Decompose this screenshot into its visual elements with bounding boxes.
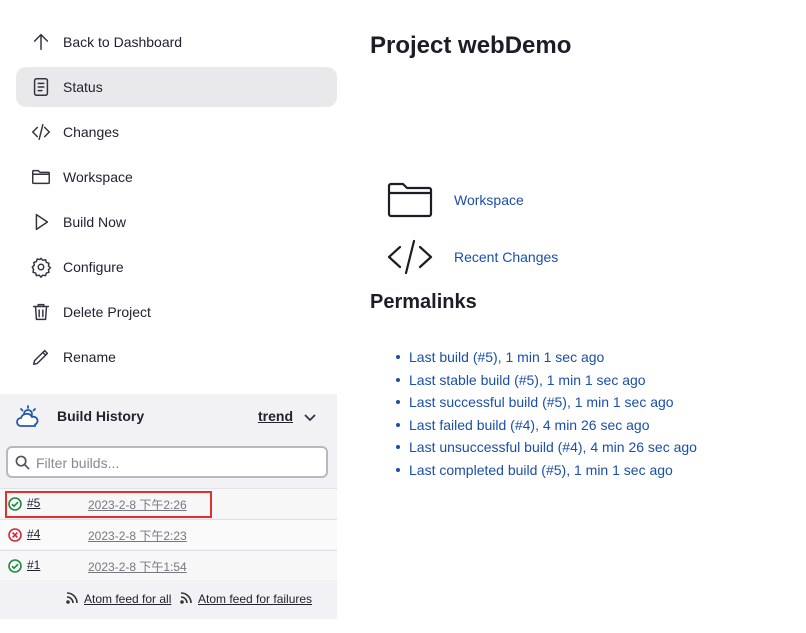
build-time-link[interactable]: 2023-2-8 下午2:23 xyxy=(88,527,187,544)
changes-link[interactable]: Changes xyxy=(16,112,337,152)
permalink-item[interactable]: Last completed build (#5), 1 min 1 sec a… xyxy=(396,459,697,482)
permalink-item[interactable]: Last stable build (#5), 1 min 1 sec ago xyxy=(396,369,697,392)
build-number-link[interactable]: #5 xyxy=(27,496,40,510)
permalink-label[interactable]: Last unsuccessful build (#4), 4 min 26 s… xyxy=(409,439,697,455)
task-label: Build Now xyxy=(63,214,127,230)
permalink-item[interactable]: Last build (#5), 1 min 1 sec ago xyxy=(396,346,697,369)
weather-cloud-icon xyxy=(15,404,41,430)
task-label: Rename xyxy=(63,349,116,365)
task-label: Back to Dashboard xyxy=(63,34,183,50)
build-time-link[interactable]: 2023-2-8 下午2:26 xyxy=(88,496,187,513)
document-icon xyxy=(29,75,53,99)
recent-changes-link[interactable]: Recent Changes xyxy=(385,237,558,277)
back-to-dashboard-link[interactable]: Back to Dashboard xyxy=(16,22,337,62)
rss-icon xyxy=(66,592,80,606)
sidebar: Back to Dashboard Status Changes Workspa… xyxy=(0,0,337,633)
chevron-down-icon[interactable] xyxy=(302,409,318,425)
folder-icon xyxy=(385,180,435,220)
task-label: Workspace xyxy=(63,169,133,185)
configure-link[interactable]: Configure xyxy=(16,247,337,287)
build-now-link[interactable]: Build Now xyxy=(16,202,337,242)
permalink-label[interactable]: Last build (#5), 1 min 1 sec ago xyxy=(409,349,604,365)
permalink-item[interactable]: Last unsuccessful build (#4), 4 min 26 s… xyxy=(396,436,697,459)
permalink-item[interactable]: Last successful build (#5), 1 min 1 sec … xyxy=(396,391,697,414)
build-history-header: Build History trend xyxy=(0,394,337,438)
permalinks-title: Permalinks xyxy=(370,291,477,313)
permalink-label[interactable]: Last successful build (#5), 1 min 1 sec … xyxy=(409,394,674,410)
atom-feed-failures-link[interactable]: Atom feed for failures xyxy=(180,592,312,606)
delete-project-link[interactable]: Delete Project xyxy=(16,292,337,332)
success-icon xyxy=(8,559,22,573)
play-icon xyxy=(29,210,53,234)
build-time-link[interactable]: 2023-2-8 下午1:54 xyxy=(88,558,187,575)
filter-builds-input[interactable] xyxy=(36,452,321,474)
build-history-panel: Build History trend #5 2023-2-8 下午2:26 #… xyxy=(0,394,337,619)
trend-link[interactable]: trend xyxy=(258,408,293,424)
permalink-label[interactable]: Last stable build (#5), 1 min 1 sec ago xyxy=(409,372,646,388)
rss-icon xyxy=(180,592,194,606)
build-row[interactable]: #1 2023-2-8 下午1:54 xyxy=(0,550,337,580)
pencil-icon xyxy=(29,345,53,369)
gear-icon xyxy=(29,255,53,279)
bullet xyxy=(396,377,400,382)
failure-icon xyxy=(8,528,22,542)
code-icon xyxy=(29,120,53,144)
permalink-label[interactable]: Last completed build (#5), 1 min 1 sec a… xyxy=(409,462,673,478)
task-label: Changes xyxy=(63,124,120,140)
task-label: Status xyxy=(63,79,103,95)
recent-changes-label[interactable]: Recent Changes xyxy=(454,249,558,265)
build-number-link[interactable]: #4 xyxy=(27,527,40,541)
arrow-up-icon xyxy=(29,30,53,54)
task-label: Configure xyxy=(63,259,124,275)
task-label: Delete Project xyxy=(63,304,151,320)
permalinks-list: Last build (#5), 1 min 1 sec ago Last st… xyxy=(396,346,697,481)
bullet xyxy=(396,400,400,405)
build-row[interactable]: #5 2023-2-8 下午2:26 xyxy=(0,488,337,518)
atom-feeds: Atom feed for all Atom feed for failures xyxy=(0,586,337,616)
workspace-main-link[interactable]: Workspace xyxy=(385,180,524,220)
code-icon xyxy=(385,237,435,277)
workspace-link[interactable]: Workspace xyxy=(16,157,337,197)
bullet xyxy=(396,467,400,472)
rename-link[interactable]: Rename xyxy=(16,337,337,377)
folder-icon xyxy=(29,165,53,189)
atom-feed-failures-label: Atom feed for failures xyxy=(198,592,313,606)
bullet xyxy=(396,445,400,450)
bullet xyxy=(396,355,400,360)
permalink-label[interactable]: Last failed build (#4), 4 min 26 sec ago xyxy=(409,417,649,433)
build-row[interactable]: #4 2023-2-8 下午2:23 xyxy=(0,519,337,549)
success-icon xyxy=(8,497,22,511)
permalink-item[interactable]: Last failed build (#4), 4 min 26 sec ago xyxy=(396,414,697,437)
search-icon xyxy=(15,455,31,471)
trash-icon xyxy=(29,300,53,324)
atom-feed-all-label: Atom feed for all xyxy=(84,592,172,606)
build-history-title: Build History xyxy=(57,408,145,424)
atom-feed-all-link[interactable]: Atom feed for all xyxy=(66,592,171,606)
build-number-link[interactable]: #1 xyxy=(27,558,40,572)
bullet xyxy=(396,422,400,427)
workspace-link-label[interactable]: Workspace xyxy=(454,192,524,208)
filter-builds-field[interactable] xyxy=(6,446,328,478)
status-link[interactable]: Status xyxy=(16,67,337,107)
page-title: Project webDemo xyxy=(370,32,572,59)
